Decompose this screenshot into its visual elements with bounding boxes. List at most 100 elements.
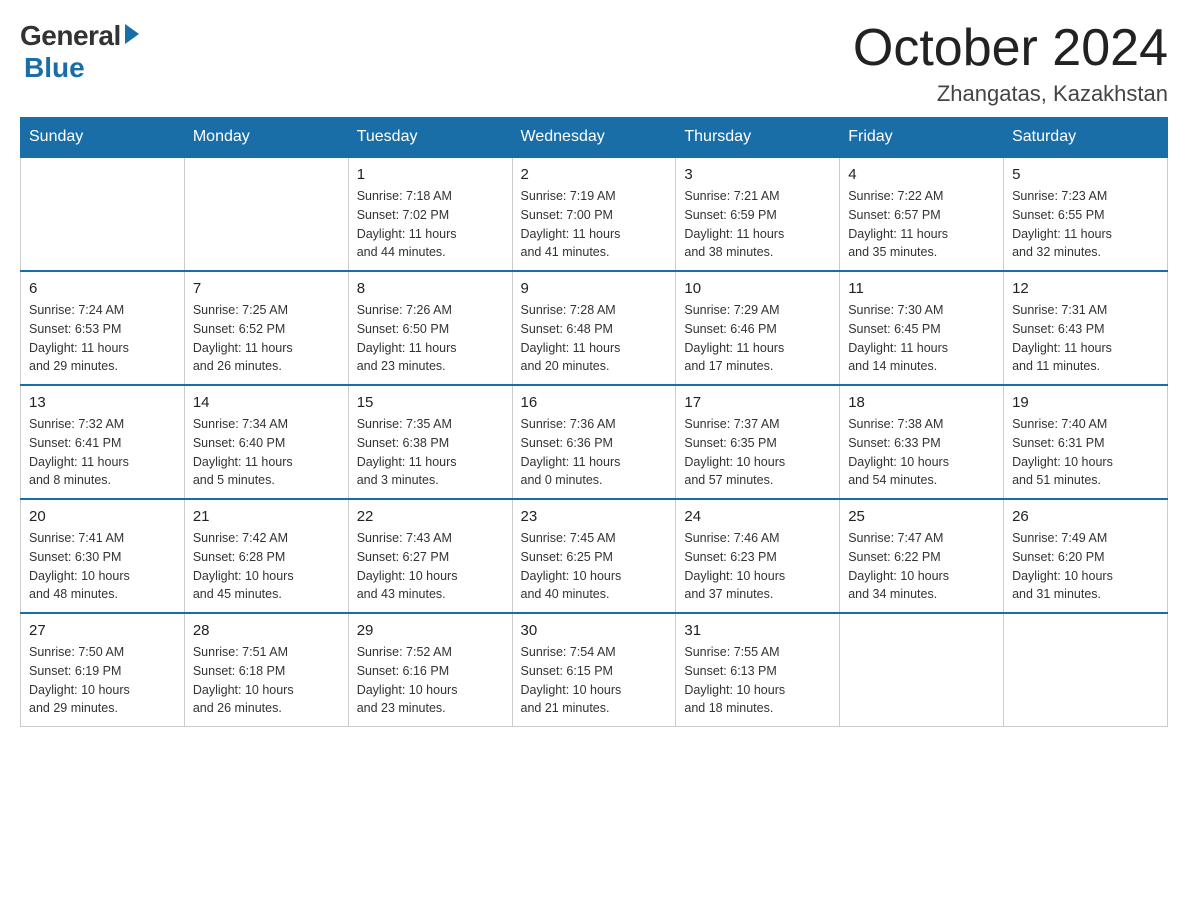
- day-number: 21: [193, 508, 340, 525]
- day-number: 22: [357, 508, 504, 525]
- location-title: Zhangatas, Kazakhstan: [853, 81, 1168, 107]
- day-number: 19: [1012, 394, 1159, 411]
- calendar-cell: [184, 157, 348, 271]
- day-header-tuesday: Tuesday: [348, 118, 512, 158]
- day-number: 4: [848, 166, 995, 183]
- calendar-cell: 11 Sunrise: 7:30 AM Sunset: 6:45 PM Dayli…: [840, 271, 1004, 385]
- calendar-cell: 24 Sunrise: 7:46 AM Sunset: 6:23 PM Dayli…: [676, 499, 840, 613]
- logo-general-text: General: [20, 20, 121, 52]
- day-info: Sunrise: 7:30 AM Sunset: 6:45 PM Dayligh…: [848, 301, 995, 376]
- day-number: 2: [521, 166, 668, 183]
- day-info: Sunrise: 7:22 AM Sunset: 6:57 PM Dayligh…: [848, 187, 995, 262]
- day-info: Sunrise: 7:55 AM Sunset: 6:13 PM Dayligh…: [684, 643, 831, 718]
- calendar-cell: 1 Sunrise: 7:18 AM Sunset: 7:02 PM Daylig…: [348, 157, 512, 271]
- calendar-cell: 8 Sunrise: 7:26 AM Sunset: 6:50 PM Daylig…: [348, 271, 512, 385]
- day-header-friday: Friday: [840, 118, 1004, 158]
- day-number: 15: [357, 394, 504, 411]
- day-info: Sunrise: 7:31 AM Sunset: 6:43 PM Dayligh…: [1012, 301, 1159, 376]
- day-header-sunday: Sunday: [21, 118, 185, 158]
- logo-arrow-icon: [125, 24, 139, 44]
- day-info: Sunrise: 7:21 AM Sunset: 6:59 PM Dayligh…: [684, 187, 831, 262]
- day-number: 3: [684, 166, 831, 183]
- day-number: 16: [521, 394, 668, 411]
- calendar-cell: 20Sunrise: 7:41 AM Sunset: 6:30 PM Dayli…: [21, 499, 185, 613]
- day-info: Sunrise: 7:41 AM Sunset: 6:30 PM Dayligh…: [29, 529, 176, 604]
- calendar-cell: [840, 613, 1004, 727]
- day-number: 18: [848, 394, 995, 411]
- day-number: 9: [521, 280, 668, 297]
- logo: General Blue: [20, 20, 139, 84]
- calendar-header-row: SundayMondayTuesdayWednesdayThursdayFrid…: [21, 118, 1168, 158]
- day-info: Sunrise: 7:46 AM Sunset: 6:23 PM Dayligh…: [684, 529, 831, 604]
- day-number: 8: [357, 280, 504, 297]
- day-number: 13: [29, 394, 176, 411]
- day-info: Sunrise: 7:29 AM Sunset: 6:46 PM Dayligh…: [684, 301, 831, 376]
- calendar-cell: 31Sunrise: 7:55 AM Sunset: 6:13 PM Dayli…: [676, 613, 840, 727]
- calendar-week-row: 27 Sunrise: 7:50 AM Sunset: 6:19 PM Dayli…: [21, 613, 1168, 727]
- day-info: Sunrise: 7:28 AM Sunset: 6:48 PM Dayligh…: [521, 301, 668, 376]
- calendar-cell: 25 Sunrise: 7:47 AM Sunset: 6:22 PM Dayli…: [840, 499, 1004, 613]
- day-number: 24: [684, 508, 831, 525]
- day-info: Sunrise: 7:18 AM Sunset: 7:02 PM Dayligh…: [357, 187, 504, 262]
- calendar-cell: 14Sunrise: 7:34 AM Sunset: 6:40 PM Dayli…: [184, 385, 348, 499]
- day-number: 7: [193, 280, 340, 297]
- day-header-saturday: Saturday: [1004, 118, 1168, 158]
- calendar-cell: 28 Sunrise: 7:51 AM Sunset: 6:18 PM Dayli…: [184, 613, 348, 727]
- day-info: Sunrise: 7:37 AM Sunset: 6:35 PM Dayligh…: [684, 415, 831, 490]
- day-number: 17: [684, 394, 831, 411]
- day-info: Sunrise: 7:38 AM Sunset: 6:33 PM Dayligh…: [848, 415, 995, 490]
- day-info: Sunrise: 7:26 AM Sunset: 6:50 PM Dayligh…: [357, 301, 504, 376]
- day-number: 27: [29, 622, 176, 639]
- calendar-cell: 18 Sunrise: 7:38 AM Sunset: 6:33 PM Dayli…: [840, 385, 1004, 499]
- day-info: Sunrise: 7:52 AM Sunset: 6:16 PM Dayligh…: [357, 643, 504, 718]
- calendar-cell: 29Sunrise: 7:52 AM Sunset: 6:16 PM Dayli…: [348, 613, 512, 727]
- day-number: 10: [684, 280, 831, 297]
- calendar-cell: 21Sunrise: 7:42 AM Sunset: 6:28 PM Dayli…: [184, 499, 348, 613]
- calendar-cell: 7Sunrise: 7:25 AM Sunset: 6:52 PM Daylig…: [184, 271, 348, 385]
- day-header-monday: Monday: [184, 118, 348, 158]
- day-info: Sunrise: 7:47 AM Sunset: 6:22 PM Dayligh…: [848, 529, 995, 604]
- day-info: Sunrise: 7:45 AM Sunset: 6:25 PM Dayligh…: [521, 529, 668, 604]
- calendar-cell: 5 Sunrise: 7:23 AM Sunset: 6:55 PM Daylig…: [1004, 157, 1168, 271]
- day-number: 23: [521, 508, 668, 525]
- day-number: 14: [193, 394, 340, 411]
- day-info: Sunrise: 7:35 AM Sunset: 6:38 PM Dayligh…: [357, 415, 504, 490]
- calendar-cell: 2 Sunrise: 7:19 AM Sunset: 7:00 PM Daylig…: [512, 157, 676, 271]
- day-info: Sunrise: 7:43 AM Sunset: 6:27 PM Dayligh…: [357, 529, 504, 604]
- logo-blue-text: Blue: [24, 52, 85, 84]
- calendar-week-row: 13 Sunrise: 7:32 AM Sunset: 6:41 PM Dayli…: [21, 385, 1168, 499]
- calendar-cell: [21, 157, 185, 271]
- day-info: Sunrise: 7:24 AM Sunset: 6:53 PM Dayligh…: [29, 301, 176, 376]
- day-info: Sunrise: 7:49 AM Sunset: 6:20 PM Dayligh…: [1012, 529, 1159, 604]
- calendar-cell: 26 Sunrise: 7:49 AM Sunset: 6:20 PM Dayli…: [1004, 499, 1168, 613]
- day-number: 28: [193, 622, 340, 639]
- day-info: Sunrise: 7:32 AM Sunset: 6:41 PM Dayligh…: [29, 415, 176, 490]
- day-number: 12: [1012, 280, 1159, 297]
- day-number: 30: [521, 622, 668, 639]
- day-number: 11: [848, 280, 995, 297]
- calendar-cell: 9 Sunrise: 7:28 AM Sunset: 6:48 PM Daylig…: [512, 271, 676, 385]
- day-info: Sunrise: 7:51 AM Sunset: 6:18 PM Dayligh…: [193, 643, 340, 718]
- day-info: Sunrise: 7:40 AM Sunset: 6:31 PM Dayligh…: [1012, 415, 1159, 490]
- calendar-table: SundayMondayTuesdayWednesdayThursdayFrid…: [20, 117, 1168, 727]
- day-header-thursday: Thursday: [676, 118, 840, 158]
- calendar-cell: 17 Sunrise: 7:37 AM Sunset: 6:35 PM Dayli…: [676, 385, 840, 499]
- calendar-cell: 12 Sunrise: 7:31 AM Sunset: 6:43 PM Dayli…: [1004, 271, 1168, 385]
- day-info: Sunrise: 7:19 AM Sunset: 7:00 PM Dayligh…: [521, 187, 668, 262]
- calendar-cell: 15 Sunrise: 7:35 AM Sunset: 6:38 PM Dayli…: [348, 385, 512, 499]
- calendar-cell: 3 Sunrise: 7:21 AM Sunset: 6:59 PM Daylig…: [676, 157, 840, 271]
- calendar-cell: 10 Sunrise: 7:29 AM Sunset: 6:46 PM Dayli…: [676, 271, 840, 385]
- calendar-cell: 16Sunrise: 7:36 AM Sunset: 6:36 PM Dayli…: [512, 385, 676, 499]
- day-number: 5: [1012, 166, 1159, 183]
- day-number: 1: [357, 166, 504, 183]
- day-number: 26: [1012, 508, 1159, 525]
- calendar-cell: 4 Sunrise: 7:22 AM Sunset: 6:57 PM Daylig…: [840, 157, 1004, 271]
- day-number: 25: [848, 508, 995, 525]
- calendar-cell: 27 Sunrise: 7:50 AM Sunset: 6:19 PM Dayli…: [21, 613, 185, 727]
- calendar-week-row: 1 Sunrise: 7:18 AM Sunset: 7:02 PM Daylig…: [21, 157, 1168, 271]
- month-title: October 2024: [853, 20, 1168, 77]
- calendar-cell: 6Sunrise: 7:24 AM Sunset: 6:53 PM Daylig…: [21, 271, 185, 385]
- calendar-cell: 19 Sunrise: 7:40 AM Sunset: 6:31 PM Dayli…: [1004, 385, 1168, 499]
- day-info: Sunrise: 7:23 AM Sunset: 6:55 PM Dayligh…: [1012, 187, 1159, 262]
- day-info: Sunrise: 7:50 AM Sunset: 6:19 PM Dayligh…: [29, 643, 176, 718]
